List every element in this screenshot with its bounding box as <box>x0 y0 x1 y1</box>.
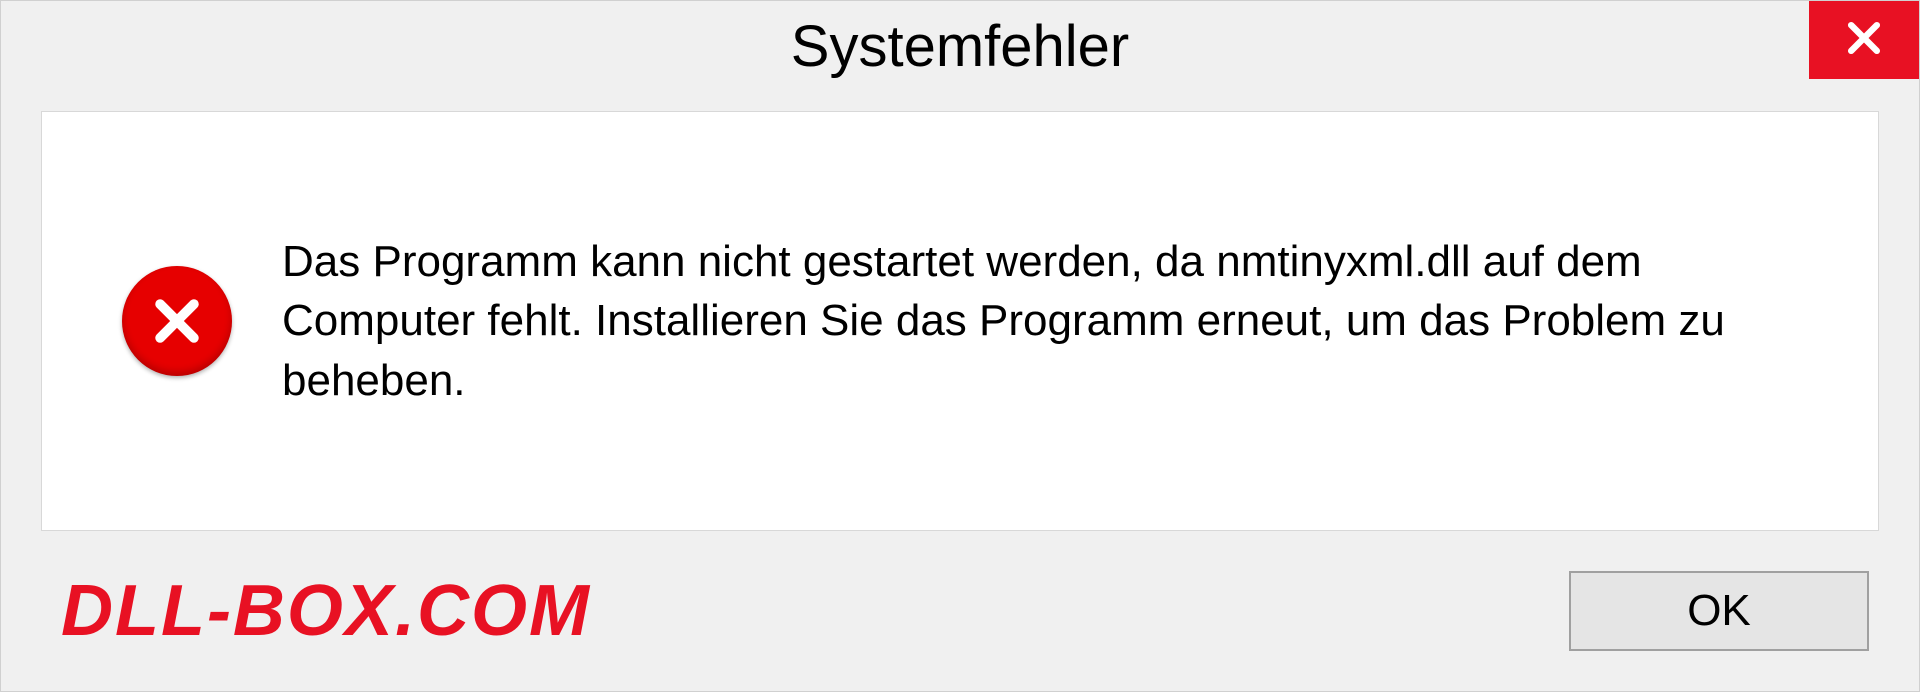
close-icon <box>1842 16 1886 65</box>
error-message: Das Programm kann nicht gestartet werden… <box>282 232 1828 410</box>
ok-button[interactable]: OK <box>1569 571 1869 651</box>
titlebar: Systemfehler <box>1 1 1919 91</box>
content-area: Das Programm kann nicht gestartet werden… <box>41 111 1879 531</box>
close-button[interactable] <box>1809 1 1919 79</box>
dialog-footer: DLL-BOX.COM OK <box>1 531 1919 691</box>
watermark-text: DLL-BOX.COM <box>61 570 591 652</box>
error-icon <box>122 266 232 376</box>
dialog-title: Systemfehler <box>791 13 1129 80</box>
error-dialog: Systemfehler Das Programm kann nicht ges… <box>0 0 1920 692</box>
